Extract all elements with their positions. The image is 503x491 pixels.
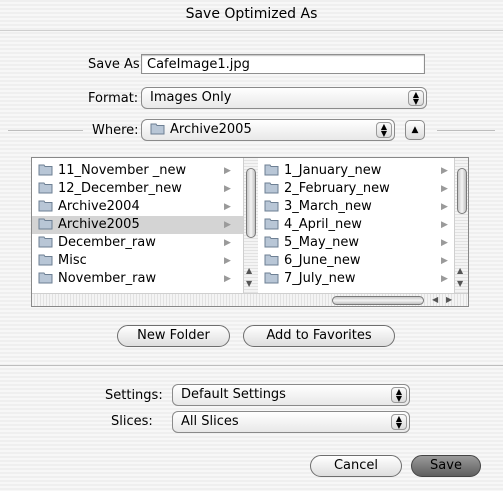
scroll-down-arrow-icon[interactable]: ▼	[457, 279, 463, 288]
disclosure-arrow-icon: ▶	[224, 202, 231, 212]
folder-name: Archive2005	[58, 217, 140, 232]
folder-icon	[38, 272, 53, 284]
disclosure-arrow-icon: ▶	[224, 184, 231, 194]
format-popup[interactable]: Images Only ▲ ▼	[141, 87, 427, 109]
disclosure-arrow-icon: ▶	[441, 184, 448, 194]
disclosure-arrow-icon: ▶	[441, 238, 448, 248]
popup-arrows-icon: ▲ ▼	[391, 387, 407, 403]
folder-icon	[264, 218, 279, 230]
disclosure-arrow-icon: ▶	[224, 256, 231, 266]
cancel-button[interactable]: Cancel	[310, 455, 402, 477]
scroll-up-arrow-icon[interactable]: ▲	[457, 266, 463, 275]
column-2-scrollbar[interactable]: ▲ ▼	[454, 158, 468, 293]
folder-icon	[38, 218, 53, 230]
folder-name: Archive2004	[58, 199, 140, 214]
folder-icon	[264, 272, 279, 284]
folder-list-item[interactable]: 5_May_new ▶	[258, 234, 454, 252]
folder-list-item[interactable]: 6_June_new ▶	[258, 252, 454, 270]
file-browser[interactable]: 11_November _new ▶ 12_December_new ▶ Archive…	[31, 157, 469, 307]
folder-icon	[264, 254, 279, 266]
folder-name: 7_July_new	[284, 271, 356, 286]
section-divider	[0, 365, 503, 366]
folder-icon	[38, 164, 53, 176]
folder-name: Misc	[58, 253, 87, 268]
folder-icon	[38, 236, 53, 248]
scroll-up-arrow-icon[interactable]: ▲	[246, 266, 252, 275]
horizontal-scroll-thumb[interactable]	[332, 296, 424, 305]
folder-name: 12_December_new	[58, 181, 182, 196]
folder-name: 5_May_new	[284, 235, 360, 250]
folder-icon	[38, 200, 53, 212]
save-as-label: Save As:	[88, 57, 145, 72]
format-value: Images Only	[150, 90, 232, 105]
column-1-scroll-thumb[interactable]	[246, 168, 256, 238]
folder-icon	[264, 164, 279, 176]
disclosure-arrow-icon: ▶	[224, 274, 231, 284]
titlebar-divider	[0, 30, 503, 31]
disclosure-arrow-icon: ▶	[224, 220, 231, 230]
where-label: Where:	[92, 123, 139, 138]
new-folder-button[interactable]: New Folder	[117, 325, 230, 347]
where-popup[interactable]: Archive2005 ▲ ▼	[141, 119, 395, 141]
folder-name: 3_March_new	[284, 199, 372, 214]
folder-icon	[264, 182, 279, 194]
folder-icon	[38, 182, 53, 194]
disclosure-arrow-icon: ▶	[441, 202, 448, 212]
folder-name: 6_June_new	[284, 253, 361, 268]
column-1-scrollbar[interactable]: ▲ ▼	[243, 158, 258, 293]
column-2-scroll-thumb[interactable]	[457, 168, 467, 214]
folder-name: 4_April_new	[284, 217, 362, 232]
folder-list-item[interactable]: November_raw ▶	[32, 270, 243, 288]
folder-name: November_raw	[58, 271, 157, 286]
disclosure-arrow-icon: ▶	[441, 166, 448, 176]
folder-list-item[interactable]: 2_February_new ▶	[258, 180, 454, 198]
folder-name: 1_January_new	[284, 163, 382, 178]
disclosure-arrow-icon: ▶	[441, 220, 448, 230]
disclosure-arrow-icon: ▶	[224, 166, 231, 176]
folder-icon	[150, 123, 165, 135]
disclosure-arrow-icon: ▶	[441, 256, 448, 266]
where-divider-right	[437, 130, 495, 131]
slices-value: All Slices	[181, 414, 239, 429]
add-to-favorites-button[interactable]: Add to Favorites	[243, 325, 395, 347]
folder-list-item[interactable]: Misc ▶	[32, 252, 243, 270]
folder-list-item[interactable]: December_raw ▶	[32, 234, 243, 252]
scroll-left-arrow-icon[interactable]: ◀	[432, 295, 438, 304]
scroll-down-arrow-icon[interactable]: ▼	[246, 279, 252, 288]
folder-list-item[interactable]: Archive2005 ▶	[32, 216, 243, 234]
save-as-input[interactable]: CafeImage1.jpg	[141, 54, 425, 74]
slices-label: Slices:	[111, 414, 153, 429]
settings-popup[interactable]: Default Settings ▲ ▼	[172, 384, 410, 406]
popup-arrows-icon: ▲ ▼	[376, 122, 392, 138]
folder-name: December_raw	[58, 235, 156, 250]
popup-arrows-icon: ▲ ▼	[408, 90, 424, 106]
slices-popup[interactable]: All Slices ▲ ▼	[172, 411, 410, 433]
format-label: Format:	[88, 91, 139, 106]
collapse-button[interactable]: ▲	[405, 120, 425, 140]
folder-list-item[interactable]: 3_March_new ▶	[258, 198, 454, 216]
scroll-right-arrow-icon[interactable]: ▶	[446, 295, 452, 304]
folder-list-item[interactable]: Archive2004 ▶	[32, 198, 243, 216]
folder-list-item[interactable]: 4_April_new ▶	[258, 216, 454, 234]
folder-list-item[interactable]: 1_January_new ▶	[258, 162, 454, 180]
folder-icon	[264, 200, 279, 212]
popup-arrows-icon: ▲ ▼	[391, 414, 407, 430]
horizontal-scrollbar[interactable]: ◀ ▶	[32, 293, 468, 306]
folder-name: 11_November _new	[58, 163, 187, 178]
disclosure-arrow-icon: ▶	[224, 238, 231, 248]
save-button[interactable]: Save	[411, 455, 481, 477]
folder-list-item[interactable]: 11_November _new ▶	[32, 162, 243, 180]
window-title: Save Optimized As	[185, 6, 318, 22]
settings-label: Settings:	[105, 388, 163, 403]
folder-list-item[interactable]: 12_December_new ▶	[32, 180, 243, 198]
triangle-up-icon: ▲	[411, 125, 419, 135]
folder-icon	[38, 254, 53, 266]
folder-list-item[interactable]: 7_July_new ▶	[258, 270, 454, 288]
where-divider-left	[8, 130, 83, 131]
folder-icon	[264, 236, 279, 248]
where-value: Archive2005	[170, 122, 252, 137]
folder-name: 2_February_new	[284, 181, 390, 196]
settings-value: Default Settings	[181, 387, 286, 402]
disclosure-arrow-icon: ▶	[441, 274, 448, 284]
